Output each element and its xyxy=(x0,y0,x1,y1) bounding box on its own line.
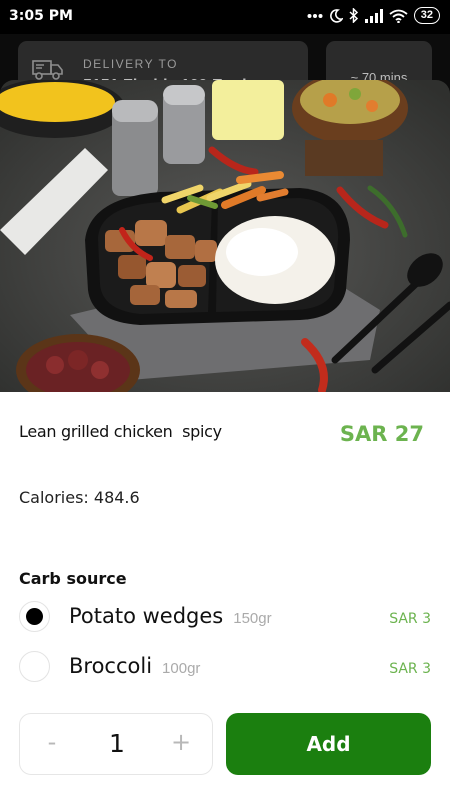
option-price: SAR 3 xyxy=(389,661,431,677)
option-label: Broccoli 100gr xyxy=(69,654,200,678)
add-to-cart-button[interactable]: Add xyxy=(226,713,431,775)
option-label: Potato wedges 150gr xyxy=(69,604,272,628)
product-detail-sheet: Lean grilled chicken spicy SAR 27 Calori… xyxy=(0,392,450,800)
status-time: 3:05 PM xyxy=(9,8,73,24)
radio-button[interactable] xyxy=(19,651,50,682)
radio-dot xyxy=(26,608,43,625)
option-name: Broccoli xyxy=(69,654,153,678)
decrease-quantity-button[interactable]: - xyxy=(37,728,67,756)
radio-button-selected[interactable] xyxy=(19,601,50,632)
delivery-label: DELIVERY TO xyxy=(83,57,178,71)
option-potato-wedges[interactable]: Potato wedges 150gr SAR 3 xyxy=(0,595,450,635)
moon-icon xyxy=(329,8,343,23)
calories-text: Calories: 484.6 xyxy=(19,488,140,507)
product-name: Lean grilled chicken spicy xyxy=(19,422,222,441)
signal-icon xyxy=(364,8,383,23)
increase-quantity-button[interactable]: + xyxy=(166,728,196,756)
status-bar: 3:05 PM 32 xyxy=(0,0,450,34)
option-price: SAR 3 xyxy=(389,611,431,627)
truck-icon xyxy=(32,60,63,80)
status-icons: 32 xyxy=(307,7,440,24)
option-weight: 150gr xyxy=(233,610,272,627)
quantity-stepper: - 1 + xyxy=(19,713,213,775)
bluetooth-icon xyxy=(349,8,358,23)
option-name: Potato wedges xyxy=(69,604,224,628)
carb-source-title: Carb source xyxy=(19,569,127,588)
battery-icon: 32 xyxy=(413,7,440,24)
product-price: SAR 27 xyxy=(339,422,424,446)
option-broccoli[interactable]: Broccoli 100gr SAR 3 xyxy=(0,645,450,685)
option-weight: 100gr xyxy=(162,660,201,677)
product-image xyxy=(0,80,450,392)
dots-icon xyxy=(307,13,323,18)
wifi-icon xyxy=(389,9,408,23)
quantity-value: 1 xyxy=(109,729,125,758)
